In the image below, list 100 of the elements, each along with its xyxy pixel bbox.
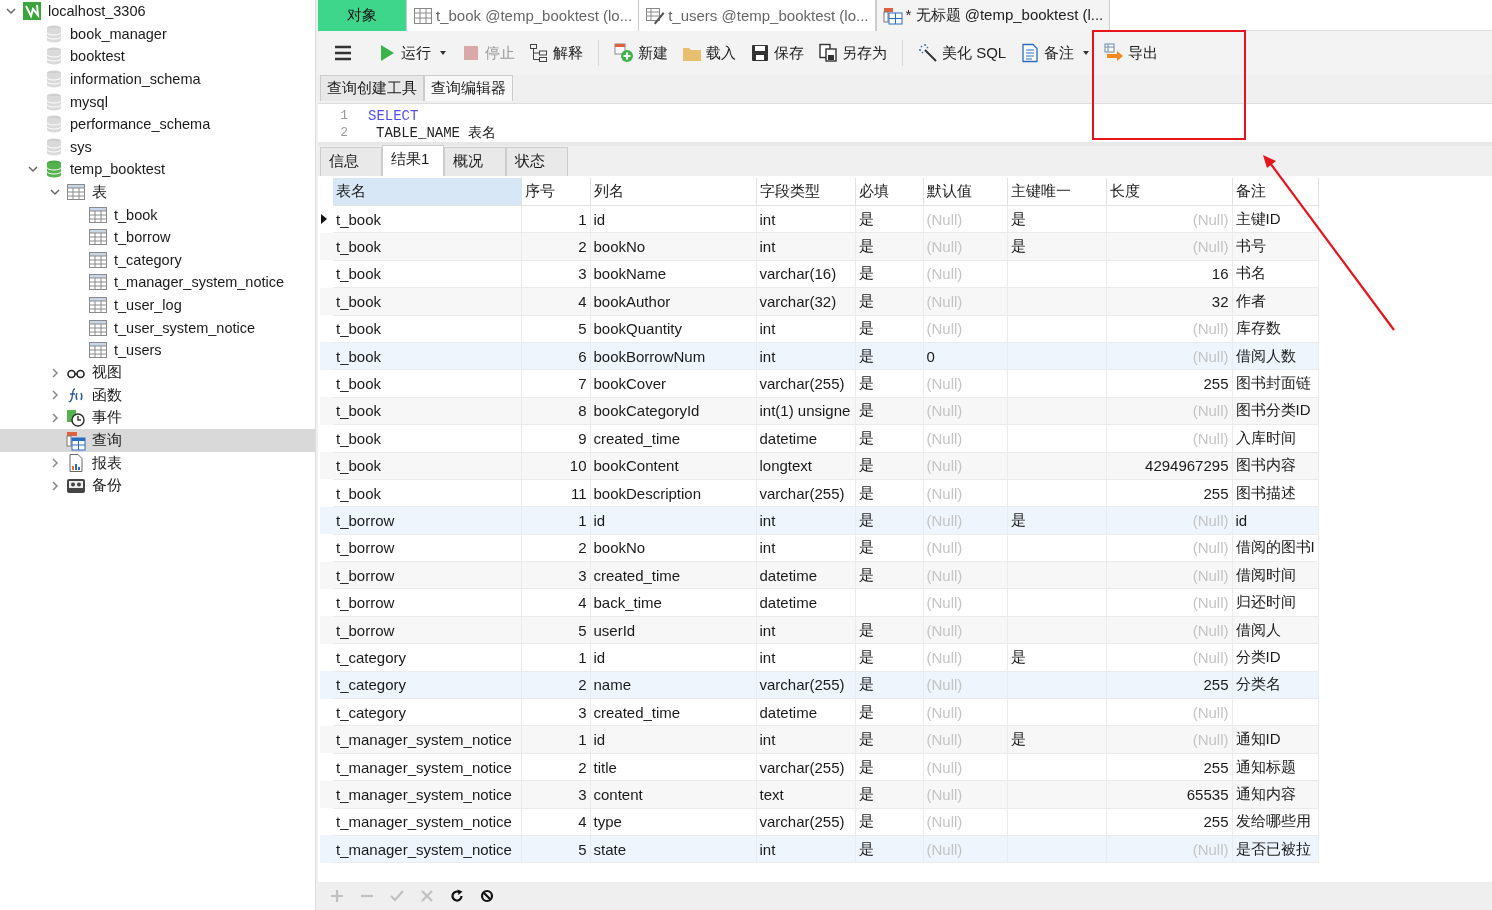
table-cell: 是 (858, 511, 874, 528)
tab[interactable]: 信息 (320, 147, 382, 176)
tree-item[interactable]: t_category (0, 248, 315, 272)
table-cell: 图书描述 (1235, 483, 1296, 501)
database-icon (44, 114, 64, 135)
table-cell: 是 (858, 319, 874, 337)
stop-icon (461, 43, 481, 63)
table-cell: 是 (1010, 730, 1026, 748)
column-header[interactable]: 长度 (1106, 178, 1232, 206)
comment-button[interactable]: 备注 (1015, 40, 1096, 66)
tree-item[interactable]: localhost_3306 (0, 0, 315, 23)
column-header[interactable]: 字段类型 (756, 178, 855, 206)
save-as-button[interactable]: 另存为 (813, 40, 892, 66)
tree-item[interactable]: 表 (0, 180, 315, 204)
tree-item[interactable]: performance_schema (0, 112, 315, 136)
table-cell: 65535 (1186, 785, 1229, 803)
tree-item[interactable]: 报表 (0, 451, 315, 475)
tree-item[interactable]: booktest (0, 45, 315, 68)
column-header[interactable]: 列名 (590, 178, 756, 206)
table-cell: int (759, 210, 776, 228)
query-icon (66, 430, 86, 451)
table-cell: 4 (578, 594, 587, 612)
table-icon (88, 272, 108, 293)
table-cell: created_time (593, 429, 681, 447)
tab[interactable]: * 无标题 @temp_booktest (l... (875, 0, 1111, 31)
tree-item[interactable]: 事件 (0, 406, 315, 430)
table-cell: 是 (858, 483, 874, 501)
table-cell: 5 (578, 840, 587, 858)
table-cell: type (593, 813, 622, 831)
tree-item[interactable]: mysql (0, 90, 315, 113)
column-header[interactable]: 主键唯一 (1007, 178, 1106, 206)
tree-item[interactable]: t_borrow (0, 225, 315, 249)
database-icon (44, 69, 64, 90)
table-cell: (Null) (1192, 512, 1229, 529)
collapsed-chevron-icon[interactable] (49, 366, 61, 379)
tree-item[interactable]: t_book (0, 203, 315, 226)
tree-item[interactable]: t_user_log (0, 293, 315, 317)
tree-item[interactable]: t_user_system_notice (0, 316, 315, 339)
column-header[interactable]: 序号 (521, 178, 590, 206)
new-button[interactable]: 新建 (609, 40, 673, 66)
save-button[interactable]: 保存 (745, 40, 809, 66)
tree-item[interactable]: 备份 (0, 474, 315, 498)
collapsed-chevron-icon[interactable] (49, 457, 61, 470)
table-cell: bookContent (593, 457, 679, 475)
table-cell: bookQuantity (593, 320, 682, 338)
table-cell: 4 (578, 813, 587, 831)
table-cell: 10 (569, 457, 587, 475)
tree-item[interactable]: sys (0, 135, 315, 159)
table-cell: 书名 (1235, 264, 1266, 282)
caret-icon[interactable] (1082, 50, 1091, 56)
tree-item[interactable]: 函数 (0, 384, 315, 407)
collapsed-chevron-icon[interactable] (49, 412, 61, 424)
collapsed-chevron-icon[interactable] (49, 479, 61, 492)
column-header[interactable]: 表名 (333, 178, 521, 206)
table-cell: (Null) (1192, 539, 1229, 557)
table-cell: id (593, 512, 606, 529)
table-cell: 是否已被拉 (1235, 839, 1311, 857)
export-button[interactable]: 导出 (1099, 40, 1164, 66)
table-cell: (Null) (926, 703, 963, 721)
table-cell: longtext (759, 457, 813, 475)
column-header[interactable]: 默认值 (923, 178, 1007, 206)
explain-button[interactable]: 解释 (524, 40, 588, 66)
run-button[interactable]: 运行 (372, 40, 452, 66)
column-header[interactable]: 备注 (1232, 178, 1319, 206)
table-cell: bookCover (593, 375, 667, 393)
table-cell: t_book (336, 238, 382, 256)
table-cell: t_category (336, 703, 407, 721)
tab[interactable]: 查询创建工具 (320, 75, 424, 101)
tree-item[interactable]: book_manager (0, 22, 315, 46)
table-cell: (Null) (926, 429, 963, 447)
tree-item[interactable]: 查询 (0, 429, 315, 452)
table-cell: userId (593, 621, 636, 639)
load-button[interactable]: 载入 (677, 40, 741, 66)
tab[interactable]: 结果1 (382, 145, 444, 176)
tree-item[interactable]: 视图 (0, 361, 315, 385)
table-cell: bookBorrowNum (593, 347, 706, 365)
table-icon (66, 182, 86, 203)
tree-item[interactable]: information_schema (0, 67, 315, 91)
tab[interactable]: 对象 (318, 0, 407, 31)
beautify-button[interactable]: 美化 SQL (913, 40, 1012, 66)
table-icon (88, 227, 108, 248)
tree-item[interactable]: temp_booktest (0, 158, 315, 181)
table-cell: t_borrow (336, 539, 395, 557)
caret-icon[interactable] (439, 50, 447, 56)
tab[interactable]: 概况 (444, 147, 506, 176)
tab[interactable]: 查询编辑器 (424, 75, 513, 101)
collapsed-chevron-icon[interactable] (49, 389, 61, 402)
table-cell: varchar(255) (759, 484, 845, 502)
tree-item[interactable]: t_manager_system_notice (0, 271, 315, 294)
table-cell: varchar(16) (759, 265, 837, 283)
table-cell: 借阅人数 (1235, 346, 1296, 364)
tree-item[interactable]: t_users (0, 338, 315, 362)
tab[interactable]: 状态 (506, 147, 568, 176)
column-header[interactable]: 必填 (855, 178, 923, 206)
table-cell: 1 (578, 731, 587, 749)
table-cell: 6 (578, 347, 587, 365)
database-icon (44, 23, 64, 44)
table-cell: 借阅时间 (1235, 565, 1296, 583)
table-cell: t_borrow (336, 566, 395, 584)
table-cell: t_book (336, 429, 382, 447)
